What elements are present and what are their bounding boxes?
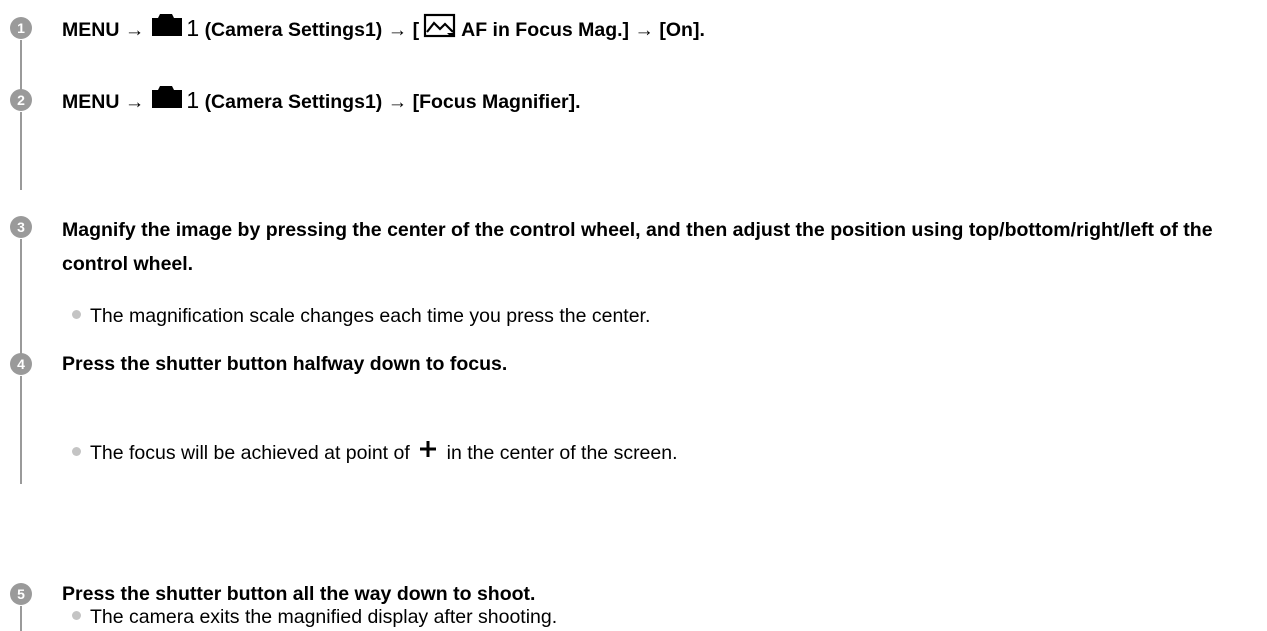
procedure-steps: 1 MENU → 1 (Camera Settings1) → [ AF in Fo…: [0, 0, 1267, 631]
step-number-badge: 3: [10, 216, 32, 238]
step-5-note: The camera exits the magnified display a…: [72, 603, 557, 631]
menu-path-text: AF in Focus Mag.] → [On].: [461, 19, 705, 42]
menu-path-text: (Camera Settings1) → [: [204, 19, 420, 42]
menu-path-text: (Camera Settings1) → [Focus Magnifier].: [204, 91, 581, 114]
note-text: The focus will be achieved at point of: [90, 442, 410, 464]
step-3-note: The magnification scale changes each tim…: [72, 302, 650, 330]
step-number-badge: 5: [10, 583, 32, 605]
note-text: The magnification scale changes each tim…: [90, 305, 651, 327]
step-1-title: MENU → 1 (Camera Settings1) → [ AF in Focu…: [62, 11, 705, 48]
bullet-dot: [72, 447, 81, 457]
camera-icon: [150, 83, 184, 117]
note-text: in the center of the screen.: [446, 442, 678, 464]
note-text: The camera exits the magnified display a…: [90, 606, 558, 628]
step-connector-line: [20, 606, 22, 631]
step-3-title: Magnify the image by pressing the center…: [62, 219, 1213, 275]
step-number-badge: 2: [10, 89, 32, 111]
camera-settings-number: 1: [186, 87, 200, 114]
camera-icon: [150, 11, 184, 45]
step-connector-line: [20, 112, 22, 190]
plus-icon: [419, 438, 437, 466]
step-number-badge: 1: [10, 17, 32, 39]
camera-settings-number: 1: [186, 15, 200, 42]
step-connector-line: [20, 376, 22, 484]
step-4-note: The focus will be achieved at point of i…: [72, 439, 678, 468]
bullet-dot: [72, 611, 81, 621]
step-number-badge: 4: [10, 353, 32, 375]
step-connector-line: [20, 239, 22, 361]
step-4-title: Press the shutter button halfway down to…: [62, 353, 508, 375]
bullet-dot: [72, 310, 81, 320]
menu-path-text: MENU →: [62, 19, 145, 42]
step-2-title: MENU → 1 (Camera Settings1) → [Focus Magn…: [62, 86, 581, 120]
af-in-focus-mag-icon: [423, 12, 457, 46]
menu-path-text: MENU →: [62, 91, 145, 114]
